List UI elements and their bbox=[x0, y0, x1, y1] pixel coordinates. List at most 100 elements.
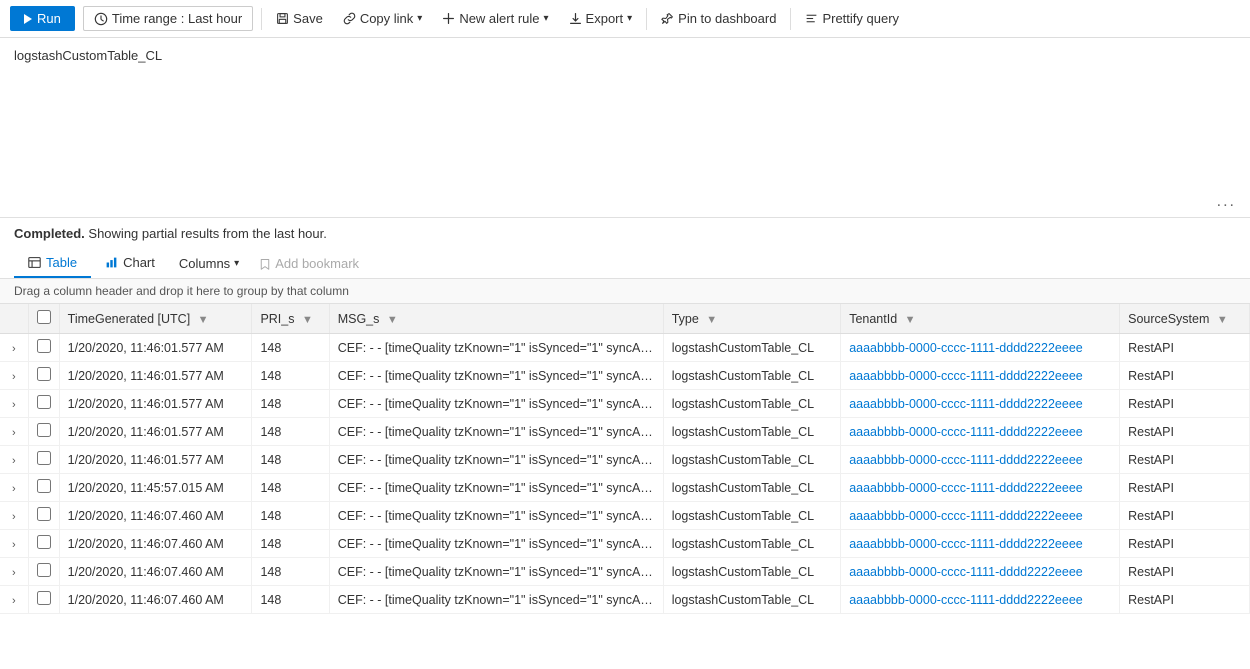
row-checkbox[interactable] bbox=[37, 507, 51, 521]
bookmark-icon bbox=[259, 258, 271, 270]
table-row: ›1/20/2020, 11:46:07.460 AM148CEF: - - [… bbox=[0, 586, 1250, 614]
cell-type: logstashCustomTable_CL bbox=[663, 558, 841, 586]
cell-timegenerated: 1/20/2020, 11:46:01.577 AM bbox=[59, 334, 252, 362]
row-checkbox[interactable] bbox=[37, 339, 51, 353]
bookmark-label: Add bookmark bbox=[275, 256, 359, 271]
run-label: Run bbox=[37, 11, 61, 26]
export-button[interactable]: Export ▾ bbox=[563, 7, 639, 30]
table-row: ›1/20/2020, 11:46:01.577 AM148CEF: - - [… bbox=[0, 390, 1250, 418]
cell-msg-s: CEF: - - [timeQuality tzKnown="1" isSync… bbox=[329, 362, 663, 390]
cell-type: logstashCustomTable_CL bbox=[663, 446, 841, 474]
cell-timegenerated: 1/20/2020, 11:46:01.577 AM bbox=[59, 390, 252, 418]
cell-tenantid: aaaabbbb-0000-cccc-1111-dddd2222eeee bbox=[841, 530, 1120, 558]
run-button[interactable]: Run bbox=[10, 6, 75, 31]
results-table-container[interactable]: TimeGenerated [UTC] ▼ PRI_s ▼ MSG_s ▼ Ty… bbox=[0, 304, 1250, 614]
table-icon bbox=[28, 256, 41, 269]
cell-timegenerated: 1/20/2020, 11:46:07.460 AM bbox=[59, 502, 252, 530]
expand-row-button[interactable]: › bbox=[8, 371, 20, 383]
expand-row-button[interactable]: › bbox=[8, 539, 20, 551]
col-header-tenantid[interactable]: TenantId ▼ bbox=[841, 304, 1120, 334]
export-label: Export bbox=[586, 11, 624, 26]
row-checkbox[interactable] bbox=[37, 423, 51, 437]
filter-icon-msg-s[interactable]: ▼ bbox=[387, 314, 398, 326]
new-alert-button[interactable]: New alert rule ▾ bbox=[436, 7, 554, 30]
expand-row-button[interactable]: › bbox=[8, 567, 20, 579]
time-range-button[interactable]: Time range : Last hour bbox=[83, 6, 253, 31]
expand-row-button[interactable]: › bbox=[8, 483, 20, 495]
cell-pri-s: 148 bbox=[252, 390, 329, 418]
row-checkbox[interactable] bbox=[37, 479, 51, 493]
cell-pri-s: 148 bbox=[252, 474, 329, 502]
cell-type: logstashCustomTable_CL bbox=[663, 390, 841, 418]
prettify-button[interactable]: Prettify query bbox=[799, 7, 905, 30]
filter-icon-timegenerated[interactable]: ▼ bbox=[198, 314, 209, 326]
col-header-pri-s[interactable]: PRI_s ▼ bbox=[252, 304, 329, 334]
toolbar: Run Time range : Last hour Save Copy lin… bbox=[0, 0, 1250, 38]
cell-tenantid: aaaabbbb-0000-cccc-1111-dddd2222eeee bbox=[841, 586, 1120, 614]
cell-sourcesystem: RestAPI bbox=[1120, 446, 1250, 474]
expand-row-button[interactable]: › bbox=[8, 511, 20, 523]
tab-table-label: Table bbox=[46, 255, 77, 270]
columns-chevron: ▾ bbox=[234, 258, 239, 269]
add-bookmark-button[interactable]: Add bookmark bbox=[249, 250, 369, 277]
cell-pri-s: 148 bbox=[252, 558, 329, 586]
new-alert-label: New alert rule bbox=[459, 11, 539, 26]
status-bold: Completed. bbox=[14, 226, 85, 241]
cell-sourcesystem: RestAPI bbox=[1120, 586, 1250, 614]
col-header-timegenerated[interactable]: TimeGenerated [UTC] ▼ bbox=[59, 304, 252, 334]
row-checkbox[interactable] bbox=[37, 367, 51, 381]
row-checkbox[interactable] bbox=[37, 451, 51, 465]
expand-row-button[interactable]: › bbox=[8, 399, 20, 411]
col-header-type[interactable]: Type ▼ bbox=[663, 304, 841, 334]
row-checkbox[interactable] bbox=[37, 591, 51, 605]
pin-dashboard-button[interactable]: Pin to dashboard bbox=[655, 7, 782, 30]
save-button[interactable]: Save bbox=[270, 7, 329, 30]
cell-timegenerated: 1/20/2020, 11:46:07.460 AM bbox=[59, 558, 252, 586]
filter-icon-tenantid[interactable]: ▼ bbox=[905, 314, 916, 326]
columns-button[interactable]: Columns ▾ bbox=[169, 250, 249, 277]
cell-tenantid: aaaabbbb-0000-cccc-1111-dddd2222eeee bbox=[841, 362, 1120, 390]
filter-icon-pri-s[interactable]: ▼ bbox=[302, 314, 313, 326]
cell-sourcesystem: RestAPI bbox=[1120, 362, 1250, 390]
cell-tenantid: aaaabbbb-0000-cccc-1111-dddd2222eeee bbox=[841, 334, 1120, 362]
tab-chart[interactable]: Chart bbox=[91, 249, 169, 278]
cell-sourcesystem: RestAPI bbox=[1120, 390, 1250, 418]
expand-row-button[interactable]: › bbox=[8, 427, 20, 439]
row-checkbox[interactable] bbox=[37, 535, 51, 549]
expand-row-button[interactable]: › bbox=[8, 455, 20, 467]
cell-pri-s: 148 bbox=[252, 502, 329, 530]
filter-icon-sourcesystem[interactable]: ▼ bbox=[1217, 314, 1228, 326]
cell-pri-s: 148 bbox=[252, 334, 329, 362]
expand-row-button[interactable]: › bbox=[8, 343, 20, 355]
prettify-icon bbox=[805, 12, 818, 25]
table-header-row: TimeGenerated [UTC] ▼ PRI_s ▼ MSG_s ▼ Ty… bbox=[0, 304, 1250, 334]
col-header-msg-s[interactable]: MSG_s ▼ bbox=[329, 304, 663, 334]
row-checkbox[interactable] bbox=[37, 395, 51, 409]
cell-timegenerated: 1/20/2020, 11:46:01.577 AM bbox=[59, 362, 252, 390]
query-editor[interactable]: logstashCustomTable_CL ... bbox=[0, 38, 1250, 218]
filter-icon-type[interactable]: ▼ bbox=[706, 314, 717, 326]
select-all-checkbox[interactable] bbox=[37, 310, 51, 324]
drag-hint-text: Drag a column header and drop it here to… bbox=[14, 284, 349, 298]
row-checkbox[interactable] bbox=[37, 563, 51, 577]
expand-row-button[interactable]: › bbox=[8, 595, 20, 607]
export-icon bbox=[569, 12, 582, 25]
prettify-label: Prettify query bbox=[822, 11, 899, 26]
plus-icon bbox=[442, 12, 455, 25]
cell-type: logstashCustomTable_CL bbox=[663, 586, 841, 614]
sep-1 bbox=[261, 8, 262, 30]
pin-dashboard-label: Pin to dashboard bbox=[678, 11, 776, 26]
tab-table[interactable]: Table bbox=[14, 249, 91, 278]
clock-icon bbox=[94, 12, 108, 26]
cell-tenantid: aaaabbbb-0000-cccc-1111-dddd2222eeee bbox=[841, 474, 1120, 502]
table-row: ›1/20/2020, 11:46:07.460 AM148CEF: - - [… bbox=[0, 558, 1250, 586]
col-header-sourcesystem[interactable]: SourceSystem ▼ bbox=[1120, 304, 1250, 334]
columns-label: Columns bbox=[179, 256, 230, 271]
new-alert-chevron: ▾ bbox=[544, 13, 549, 24]
table-row: ›1/20/2020, 11:46:01.577 AM148CEF: - - [… bbox=[0, 446, 1250, 474]
cell-msg-s: CEF: - - [timeQuality tzKnown="1" isSync… bbox=[329, 474, 663, 502]
copy-link-label: Copy link bbox=[360, 11, 413, 26]
copy-link-button[interactable]: Copy link ▾ bbox=[337, 7, 429, 30]
cell-tenantid: aaaabbbb-0000-cccc-1111-dddd2222eeee bbox=[841, 418, 1120, 446]
time-range-label: Time range : Last hour bbox=[112, 11, 242, 26]
